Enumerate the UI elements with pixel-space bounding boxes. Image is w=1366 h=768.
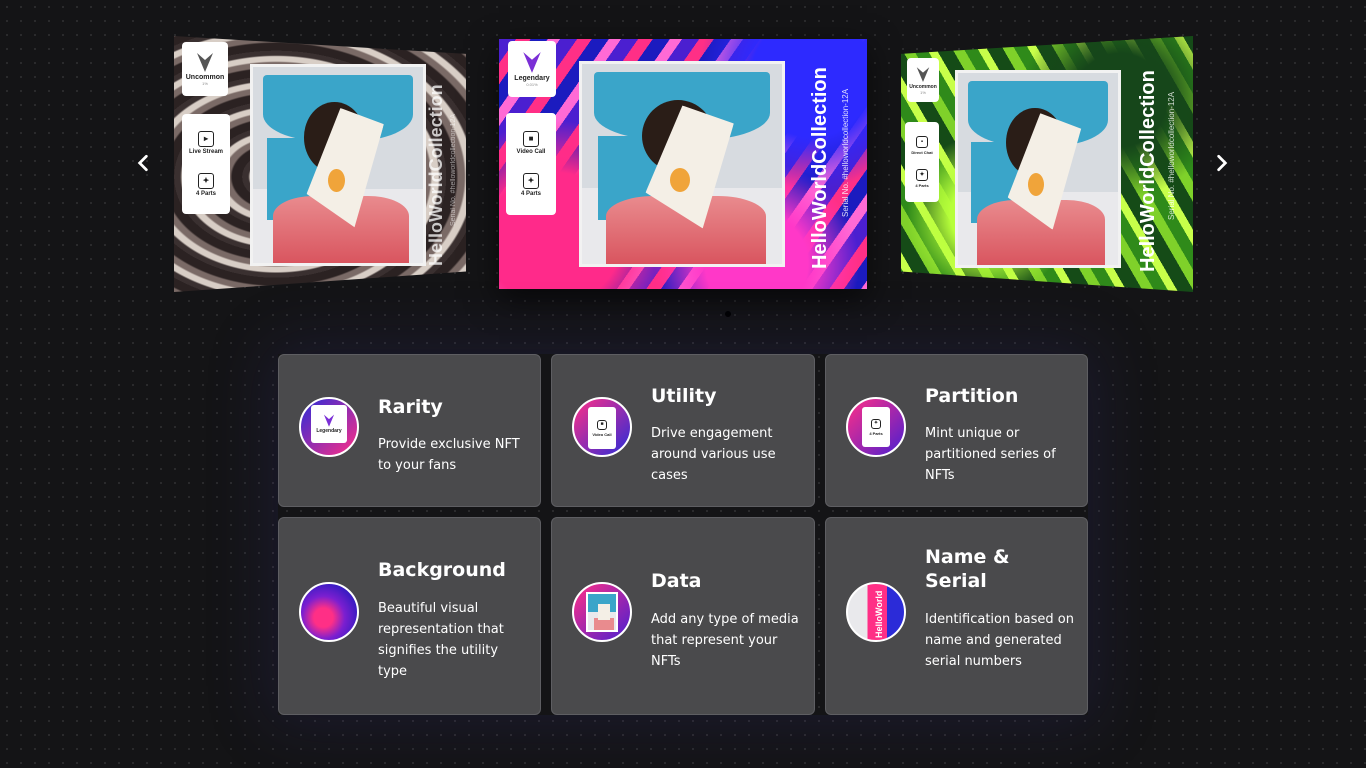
utility-item: ✦ 4 Parts (521, 173, 541, 197)
background-thumb (299, 582, 359, 642)
feature-description: Drive engagement around various use case… (651, 426, 776, 483)
utility-thumb: ■ Video Call (572, 397, 632, 457)
live-stream-icon: ▸ (198, 131, 214, 148)
carousel-indicator-dot[interactable] (725, 311, 731, 317)
rarity-badge: Uncommon 1% (182, 42, 228, 96)
nft-card-right[interactable]: Uncommon 1% ▪ Direct Chat ✦ 4 Parts Hell… (901, 36, 1193, 292)
feature-description: Identification based on name and generat… (925, 612, 1074, 669)
partition-thumb: ✦ 4 Parts (846, 397, 906, 457)
chevron-right-icon (1217, 154, 1228, 172)
feature-title: Background (378, 559, 506, 581)
utility-label: 4 Parts (195, 190, 216, 197)
utility-item: ✦ 4 Parts (915, 169, 929, 188)
video-call-icon: ■ (523, 131, 539, 147)
chevron-left-icon (137, 154, 148, 172)
video-call-icon: ■ (597, 419, 607, 430)
collection-name: HelloWorldCollection (809, 67, 831, 269)
feature-card-background: Background Beautiful visual representati… (278, 517, 541, 715)
utility-panel: ▪ Direct Chat ✦ 4 Parts (905, 122, 939, 202)
rarity-chevron-icon (323, 414, 335, 427)
serial-number: Serial No. #helloworldcollection-12A (450, 113, 457, 226)
utility-item: ✦ 4 Parts (195, 172, 216, 197)
utility-panel: ■ Video Call ✦ 4 Parts (506, 113, 556, 215)
serial-number: Serial No. #helloworldcollection-12A (841, 88, 850, 217)
utility-label: Video Call (516, 149, 546, 155)
rarity-sub: 1% (202, 81, 208, 86)
utility-item: ▸ Live Stream (189, 131, 223, 155)
feature-card-rarity: Legendary Rarity Provide exclusive NFT t… (278, 354, 541, 507)
utility-item: ■ Video Call (516, 131, 546, 155)
collection-name: HelloWorldCollection (426, 84, 446, 266)
utility-label: 4 Parts (520, 191, 541, 197)
feature-card-name-serial: HelloWorld Name & Serial Identification … (825, 517, 1088, 715)
carousel-prev-button[interactable] (131, 150, 155, 176)
puzzle-icon: ✦ (197, 172, 214, 189)
puzzle-icon: ✦ (871, 418, 881, 429)
thumb-label: Video Call (592, 431, 612, 437)
collection-name: HelloWorldCollection (1137, 70, 1159, 272)
feature-grid: Legendary Rarity Provide exclusive NFT t… (278, 354, 1088, 715)
rarity-label: Legendary (514, 75, 550, 82)
rarity-chevron-icon (523, 52, 541, 73)
serial-number: Serial No. #helloworldcollection-12A (1167, 91, 1176, 220)
nft-photo (579, 61, 785, 267)
nft-photo (955, 70, 1121, 268)
feature-card-utility: ■ Video Call Utility Drive engagement ar… (551, 354, 815, 507)
feature-title: Utility (651, 385, 717, 407)
puzzle-icon: ✦ (522, 173, 539, 189)
feature-description: Provide exclusive NFT to your fans (378, 437, 520, 473)
thumb-label: 4 Parts (869, 430, 883, 436)
feature-description: Add any type of media that represent you… (651, 612, 799, 669)
nft-photo (250, 64, 426, 266)
rarity-badge: Uncommon 1% (907, 58, 939, 102)
feature-title: Name & Serial (925, 546, 1010, 592)
nft-card-center[interactable]: Legendary 0.01% ■ Video Call ✦ 4 Parts H… (499, 39, 867, 289)
rarity-sub: 0.01% (526, 82, 538, 87)
rarity-label: Uncommon (185, 74, 225, 81)
thumb-label: Legendary (316, 428, 342, 434)
rarity-chevron-icon (916, 66, 930, 82)
feature-title: Rarity (378, 396, 443, 418)
utility-item: ▪ Direct Chat (911, 136, 933, 155)
feature-description: Beautiful visual representation that sig… (378, 601, 504, 679)
utility-label: Live Stream (188, 149, 224, 156)
rarity-chevron-icon (197, 53, 213, 72)
puzzle-icon: ✦ (916, 169, 928, 181)
feature-title: Partition (925, 385, 1019, 407)
feature-title: Data (651, 570, 702, 592)
feature-card-partition: ✦ 4 Parts Partition Mint unique or parti… (825, 354, 1088, 507)
chat-icon: ▪ (916, 136, 928, 148)
carousel-next-button[interactable] (1210, 150, 1234, 176)
rarity-badge: Legendary 0.01% (508, 41, 556, 97)
feature-card-data: Data Add any type of media that represen… (551, 517, 815, 715)
rarity-sub: 1% (920, 89, 926, 95)
rarity-thumb: Legendary (299, 397, 359, 457)
utility-panel: ▸ Live Stream ✦ 4 Parts (182, 114, 230, 214)
nft-card-left[interactable]: Uncommon 1% ▸ Live Stream ✦ 4 Parts Hell… (174, 36, 466, 292)
thumb-label: HelloWorld (874, 590, 884, 638)
name-serial-thumb: HelloWorld (846, 582, 906, 642)
utility-label: 4 Parts (915, 183, 929, 188)
data-thumb (572, 582, 632, 642)
utility-label: Direct Chat (911, 150, 933, 155)
feature-description: Mint unique or partitioned series of NFT… (925, 426, 1056, 483)
